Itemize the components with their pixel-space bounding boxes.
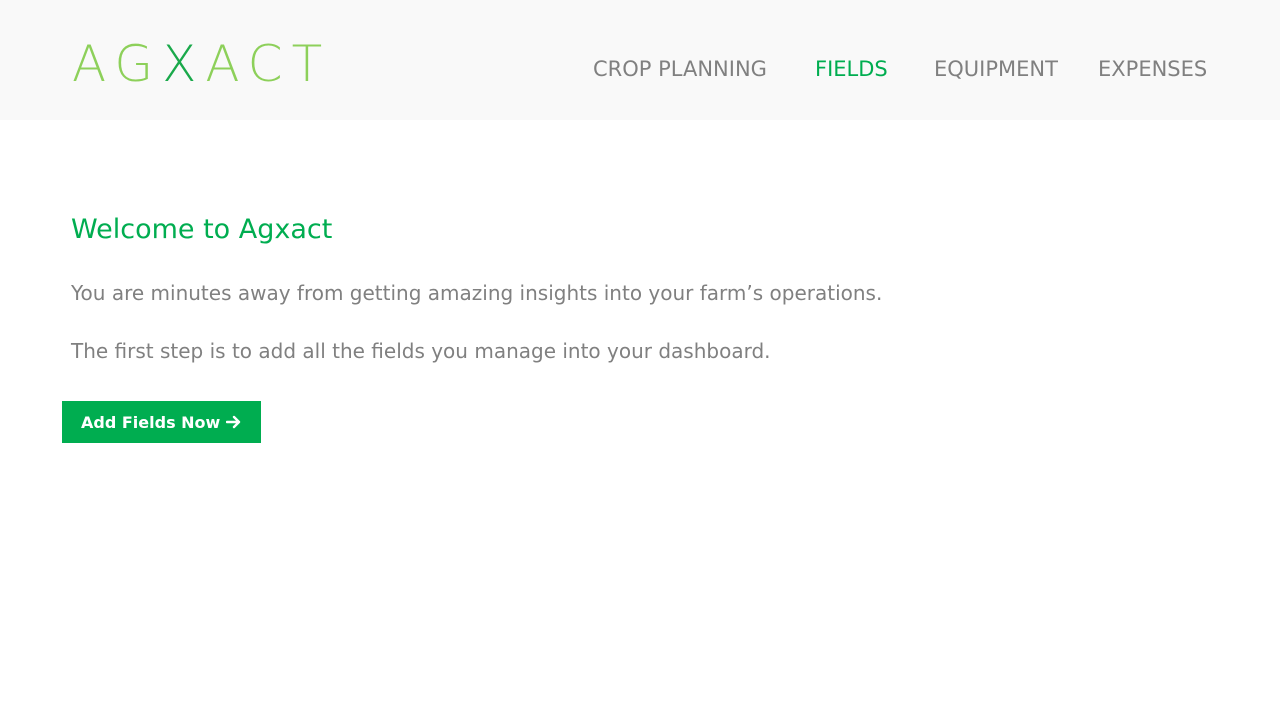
logo-text-ag: AG [72, 35, 163, 93]
intro-paragraph: You are minutes away from getting amazin… [71, 281, 883, 305]
agxact-logo[interactable]: AG X ACT [72, 36, 331, 92]
nav-item-expenses[interactable]: EXPENSES [1098, 54, 1207, 84]
nav-item-equipment[interactable]: EQUIPMENT [934, 54, 1058, 84]
nav-item-crop-planning[interactable]: CROP PLANNING [593, 54, 767, 84]
arrow-right-icon [226, 415, 241, 429]
nav-item-fields[interactable]: FIELDS [815, 54, 888, 84]
add-fields-now-button[interactable]: Add Fields Now [62, 401, 261, 443]
logo-text-act: ACT [205, 35, 332, 93]
add-fields-now-label: Add Fields Now [81, 412, 221, 432]
page-title: Welcome to Agxact [71, 214, 333, 245]
first-step-paragraph: The first step is to add all the fields … [71, 339, 771, 363]
top-header: AG X ACT CROP PLANNING FIELDS EQUIPMENT EX… [0, 0, 1280, 120]
logo-text-x: X [162, 35, 206, 93]
